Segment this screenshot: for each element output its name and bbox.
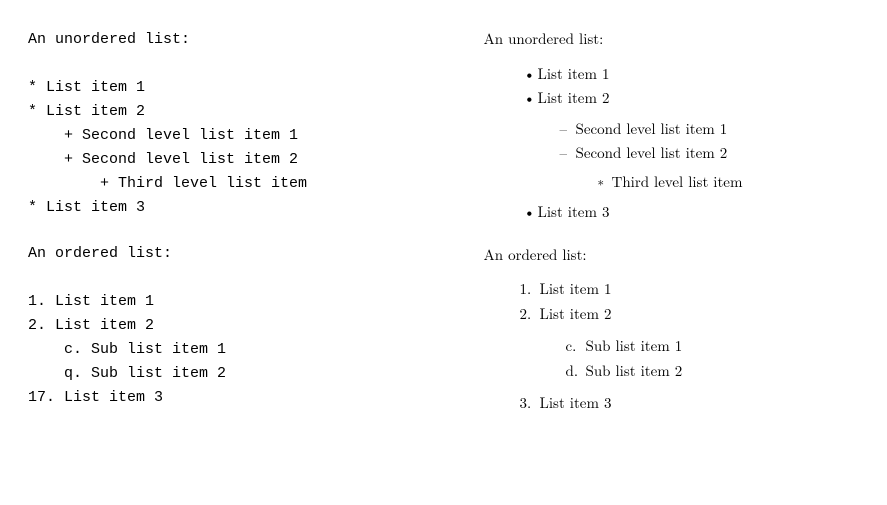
list-marker: 2.	[520, 303, 532, 326]
list-item: Second level list item 1	[560, 118, 868, 141]
source-line: + Second level list item 2	[28, 148, 424, 172]
ordered-list: 1. List item 1 2. List item 2 c. Sub list ite…	[484, 278, 868, 415]
source-line: + Third level list item	[28, 172, 424, 196]
source-line: 17. List item 3	[28, 386, 424, 410]
list-marker: d.	[566, 360, 579, 383]
list-item: List item 1	[524, 63, 868, 86]
list-item: 2. List item 2 c. Sub list item 1 d. Sub list…	[520, 303, 868, 383]
list-item-text: Second level list item 1	[576, 118, 728, 139]
ordered-source-block: An ordered list: 1. List item 12. List i…	[28, 242, 424, 410]
list-item-text: List item 1	[538, 63, 610, 84]
list-item: List item 3	[524, 201, 868, 224]
source-line: q. Sub list item 2	[28, 362, 424, 386]
list-item: Third level list item	[598, 171, 868, 194]
list-item: 3. List item 3	[520, 392, 868, 415]
rendered-panel: An unordered list: List item 1List item …	[444, 0, 887, 505]
unordered-source-block: An unordered list: * List item 1* List i…	[28, 28, 424, 220]
source-line: * List item 1	[28, 76, 424, 100]
list-item: Second level list item 2 Third level list…	[560, 142, 868, 193]
ordered-list-level-2: c. Sub list item 1 d. Sub list item 2	[540, 335, 868, 382]
list-item-text: Third level list item	[612, 171, 743, 192]
ordered-rendered-heading: An ordered list:	[484, 244, 868, 267]
source-line: 2. List item 2	[28, 314, 424, 338]
list-item-text: List item 2	[540, 303, 612, 324]
list-item-text: Sub list item 2	[586, 360, 683, 381]
list-item: 1. List item 1	[520, 278, 868, 301]
list-marker: 1.	[520, 278, 532, 301]
unordered-list-level-2: Second level list item 1 Second level lis…	[538, 118, 868, 194]
list-item-text: List item 3	[538, 201, 610, 222]
list-item: c. Sub list item 1	[566, 335, 868, 358]
source-panel: An unordered list: * List item 1* List i…	[0, 0, 444, 505]
list-item-text: Sub list item 1	[586, 335, 683, 356]
list-item: List item 2Second level list item 1Secon…	[524, 87, 868, 193]
source-line: c. Sub list item 1	[28, 338, 424, 362]
list-marker: 3.	[520, 392, 532, 415]
list-item-text: List item 3	[540, 392, 612, 413]
unordered-list: List item 1 List item 2 Second level list …	[484, 63, 868, 224]
ordered-source-heading: An ordered list:	[28, 242, 424, 266]
list-item-text: List item 2	[538, 87, 610, 108]
unordered-rendered-heading: An unordered list:	[484, 28, 868, 51]
source-line: 1. List item 1	[28, 290, 424, 314]
source-line: * List item 3	[28, 196, 424, 220]
unordered-source-heading: An unordered list:	[28, 28, 424, 52]
source-line: + Second level list item 1	[28, 124, 424, 148]
source-line: * List item 2	[28, 100, 424, 124]
list-item: d. Sub list item 2	[566, 360, 868, 383]
unordered-list-level-3: Third level list item	[576, 171, 868, 194]
list-marker: c.	[566, 335, 577, 358]
list-item-text: List item 1	[540, 278, 612, 299]
list-item-text: Second level list item 2	[576, 142, 728, 163]
